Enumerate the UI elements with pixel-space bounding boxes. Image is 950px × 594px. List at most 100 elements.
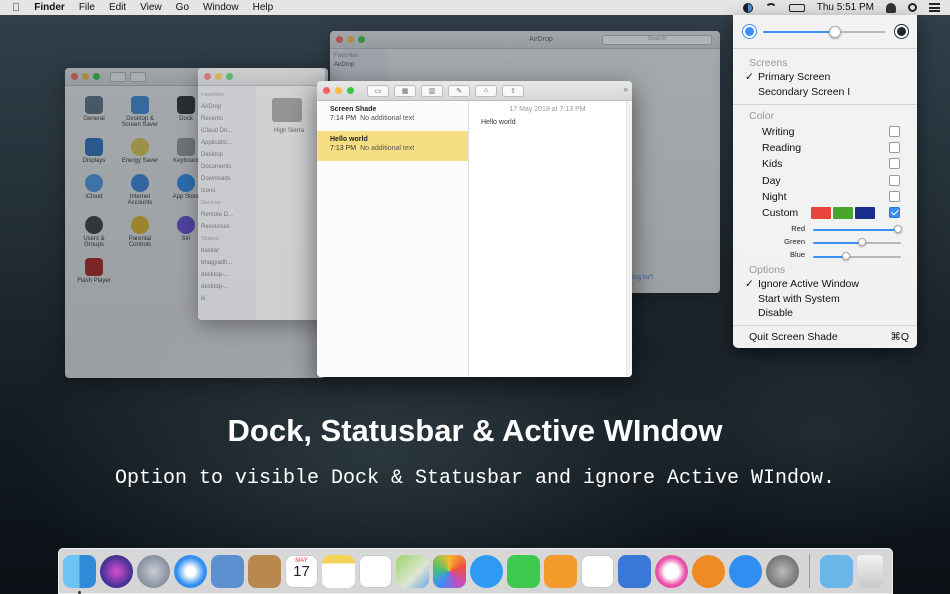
safari-icon[interactable]: [174, 554, 207, 588]
custom-checkbox[interactable]: [889, 207, 900, 218]
close-button[interactable]: [204, 73, 211, 80]
trash-icon[interactable]: [857, 554, 883, 588]
numbers-icon[interactable]: [581, 554, 614, 588]
menu-item-reading[interactable]: Reading: [733, 142, 917, 156]
battery-icon[interactable]: [788, 3, 805, 12]
blue-swatch[interactable]: [855, 207, 875, 219]
finder-window[interactable]: Favorites AirDrop Recents iCloud Dri... …: [198, 68, 328, 320]
siri-icon[interactable]: [100, 554, 133, 588]
list-item[interactable]: Screen Shade 7:14 PM No additional text: [317, 101, 468, 131]
sidebar-item[interactable]: desktop-...: [201, 281, 253, 293]
green-swatch[interactable]: [833, 207, 853, 219]
sidebar-toggle-icon[interactable]: ▭: [367, 84, 389, 97]
system-preferences-icon[interactable]: [766, 554, 799, 588]
sidebar-item[interactable]: desktop-...: [201, 269, 253, 281]
writing-checkbox[interactable]: [889, 126, 900, 137]
night-checkbox[interactable]: [889, 191, 900, 202]
sidebar-item[interactable]: Documents: [201, 161, 253, 173]
itunes-icon[interactable]: [655, 554, 688, 588]
pref-icloud[interactable]: iCloud: [73, 174, 115, 206]
sidebar-item[interactable]: Icons: [201, 185, 253, 197]
sidebar-item[interactable]: Downloads: [201, 173, 253, 185]
green-slider-fill[interactable]: [813, 242, 862, 244]
menu-view[interactable]: View: [140, 2, 162, 13]
sidebar-item[interactable]: iCloud Dri...: [201, 125, 253, 137]
minimize-button[interactable]: [215, 73, 222, 80]
sidebar-item[interactable]: baskar: [201, 245, 253, 257]
mail-icon[interactable]: [211, 554, 244, 588]
red-swatch[interactable]: [811, 207, 831, 219]
pref-internet-accounts[interactable]: Internet Accounts: [119, 174, 161, 206]
sidebar-item[interactable]: Remote D...: [201, 209, 253, 221]
close-button[interactable]: [71, 73, 78, 80]
hard-drive-icon[interactable]: [272, 98, 302, 122]
menu-item-start-with-system[interactable]: Start with System: [733, 293, 917, 307]
sidebar-item[interactable]: Applicatio...: [201, 137, 253, 149]
kids-checkbox[interactable]: [889, 158, 900, 169]
green-slider-track[interactable]: [862, 242, 901, 244]
sidebar-item[interactable]: bhagyadh...: [201, 257, 253, 269]
sidebar-item-airdrop[interactable]: AirDrop: [334, 62, 384, 68]
green-slider-knob[interactable]: [858, 238, 866, 246]
pref-users[interactable]: Users & Groups: [73, 216, 115, 248]
maps-icon[interactable]: [396, 554, 429, 588]
red-slider-knob[interactable]: [894, 225, 902, 233]
menu-go[interactable]: Go: [176, 2, 189, 13]
notes-window[interactable]: ▭ ▦ ▥ ✎ ⌂ ⇪ » Screen Shade 7:14 PM No add…: [317, 81, 632, 377]
sidebar-item[interactable]: AirDrop: [201, 101, 253, 113]
minimize-button[interactable]: [347, 36, 354, 43]
notification-center-icon[interactable]: [929, 3, 940, 12]
blue-slider-knob[interactable]: [842, 252, 850, 260]
menu-help[interactable]: Help: [253, 2, 274, 13]
menu-item-quit[interactable]: Quit Screen Shade ⌘Q: [733, 331, 917, 345]
user-icon[interactable]: [886, 2, 896, 13]
menu-item-kids[interactable]: Kids: [733, 158, 917, 172]
sidebar-item[interactable]: Desktop: [201, 149, 253, 161]
brightness-slider-fill[interactable]: [763, 31, 839, 33]
menu-item-day[interactable]: Day: [733, 175, 917, 189]
zoom-button[interactable]: [226, 73, 233, 80]
app-menu-finder[interactable]: Finder: [34, 2, 65, 13]
pref-energy[interactable]: Energy Saver: [119, 138, 161, 164]
clock[interactable]: Thu 5:51 PM: [817, 2, 874, 13]
list-item-selected[interactable]: Hello world 7:13 PM No additional text: [317, 131, 468, 161]
contacts-icon[interactable]: [248, 554, 281, 588]
show-all-button[interactable]: [130, 71, 146, 82]
menu-item-secondary-screen[interactable]: Secondary Screen I: [733, 86, 917, 100]
day-checkbox[interactable]: [889, 175, 900, 186]
launchpad-icon[interactable]: [137, 554, 170, 588]
wifi-icon[interactable]: [764, 3, 777, 12]
calendar-icon[interactable]: MAY 17: [285, 554, 318, 588]
brightness-slider-track[interactable]: [839, 31, 885, 33]
brightness-slider-knob[interactable]: [829, 26, 841, 38]
red-slider-fill[interactable]: [813, 229, 898, 231]
zoom-button[interactable]: [347, 87, 354, 94]
menu-item-ignore-active-window[interactable]: ✓ Ignore Active Window: [733, 278, 917, 292]
ibooks-icon[interactable]: [692, 554, 725, 588]
sidebar-item[interactable]: ili: [201, 293, 253, 305]
pref-displays[interactable]: Displays: [73, 138, 115, 164]
trash-icon[interactable]: ▥: [421, 84, 443, 97]
spotlight-search-icon[interactable]: [908, 3, 917, 12]
reading-checkbox[interactable]: [889, 142, 900, 153]
close-button[interactable]: [336, 36, 343, 43]
share-icon[interactable]: ⇪: [502, 84, 524, 97]
pref-desktop[interactable]: Desktop & Screen Saver: [119, 96, 161, 128]
screen-shade-icon[interactable]: [742, 2, 753, 13]
note-editor[interactable]: 17 May 2018 at 7:13 PM Hello world: [469, 101, 626, 377]
menu-item-night[interactable]: Night: [733, 191, 917, 205]
sidebar-item[interactable]: Recents: [201, 113, 253, 125]
pages-icon[interactable]: [544, 554, 577, 588]
zoom-button[interactable]: [358, 36, 365, 43]
reminders-icon[interactable]: [359, 554, 392, 588]
finder-icon[interactable]: [63, 554, 96, 594]
minimize-button[interactable]: [335, 87, 342, 94]
menu-item-writing[interactable]: Writing: [733, 126, 917, 140]
app-store-icon[interactable]: [729, 554, 762, 588]
keynote-icon[interactable]: [618, 554, 651, 588]
compose-icon[interactable]: ✎: [448, 84, 470, 97]
scrollbar[interactable]: [626, 101, 632, 377]
note-body-text[interactable]: Hello world: [481, 119, 626, 126]
back-button[interactable]: [110, 71, 126, 82]
pref-parental[interactable]: Parental Controls: [119, 216, 161, 248]
